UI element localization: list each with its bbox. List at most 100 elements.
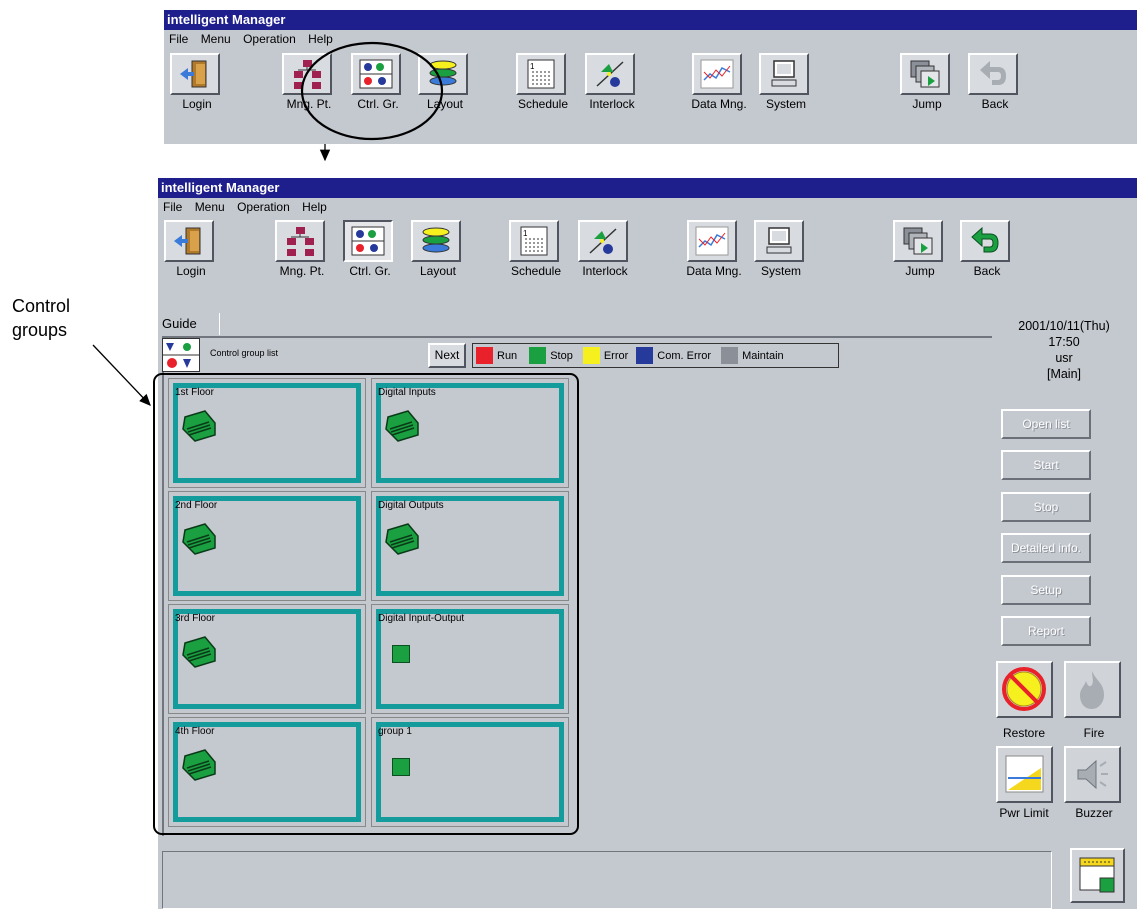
status-square-icon [392,758,410,776]
interlock-label: Interlock [589,97,635,111]
toolbar-data-mng[interactable]: Data Mng. [683,220,745,282]
report-button[interactable]: Report [1001,616,1091,646]
toolbar-back[interactable]: Back [956,220,1018,282]
toolbar-layout[interactable]: Layout [414,53,476,115]
tab-guide[interactable]: Guide [158,313,220,335]
toolbar-schedule[interactable]: 1 Schedule [505,220,567,282]
open-list-button[interactable]: Open list [1001,409,1091,439]
control-group-list-label: Control group list [210,348,279,358]
date-text: 2001/10/11(Thu) [1018,319,1110,333]
control-group-name: Digital Inputs [378,387,436,398]
layout-icon [411,220,461,262]
toolbar-ctrl-gr[interactable]: Ctrl. Gr. [339,220,401,282]
callout-line-2: groups [12,320,68,340]
fire-label: Fire [1083,726,1105,740]
setup-button[interactable]: Setup [1001,575,1091,605]
pwr-limit-button[interactable] [996,746,1053,803]
control-group-tile[interactable]: group 1 [371,717,569,827]
interlock-icon [578,220,628,262]
toolbar-system[interactable]: System [750,220,812,282]
toolbar: Login Mng. Pt. Ctrl. Gr. Layout 1 Schedu… [158,216,1137,279]
toolbar: Login Mng. Pt. Ctrl. Gr. Layout 1 Schedu… [164,49,1137,112]
control-group-name: group 1 [378,726,412,737]
toolbar-ctrl-gr[interactable]: Ctrl. Gr. [347,53,409,115]
toolbar-system[interactable]: System [755,53,817,115]
air-conditioner-icon [179,748,219,782]
window-title: intelligent Manager [164,10,1137,30]
toolbar-jump[interactable]: Jump [896,53,958,115]
next-button[interactable]: Next [428,343,466,368]
login-icon [170,53,220,95]
menu-help[interactable]: Help [302,200,327,214]
info-panel: 2001/10/11(Thu) 17:50 usr [Main] [994,318,1134,382]
buzzer-button[interactable] [1064,746,1121,803]
legend-label-com-error: Com. Error [657,349,712,362]
toolbar-back[interactable]: Back [964,53,1026,115]
login-label: Login [176,264,206,278]
control-group-name: 4th Floor [175,726,215,737]
control-group-tile[interactable]: Digital Inputs [371,378,569,488]
svg-text:1: 1 [523,229,528,238]
schedule-icon: 1 [509,220,559,262]
pwr-limit-label: Pwr Limit [999,806,1049,820]
legend-swatch-run [476,347,493,364]
toolbar-mng-pt[interactable]: Mng. Pt. [278,53,340,115]
back-label: Back [981,97,1009,111]
toolbar-layout[interactable]: Layout [407,220,469,282]
toolbar-interlock[interactable]: Interlock [574,220,636,282]
control-group-name: Digital Input-Output [378,613,465,624]
menu-operation[interactable]: Operation [237,200,290,214]
callout-label: Control groups [12,294,70,342]
layout-label: Layout [426,97,464,111]
fire-icon [1080,671,1104,709]
toolbar-schedule[interactable]: 1 Schedule [512,53,574,115]
menu-operation[interactable]: Operation [243,32,296,46]
restore-label: Restore [1002,726,1046,740]
svg-text:1: 1 [530,62,535,71]
menu-bar: File Menu Operation Help [158,198,1137,217]
menu-menu[interactable]: Menu [195,200,225,214]
toolbar-login[interactable]: Login [160,220,222,282]
toolbar-mng-pt[interactable]: Mng. Pt. [271,220,333,282]
start-button[interactable]: Start [1001,450,1091,480]
status-bar [162,851,1052,909]
toolbar-jump[interactable]: Jump [889,220,951,282]
callout-arrow-groups [92,344,151,406]
time-text: 17:50 [1048,335,1080,349]
stop-button[interactable]: Stop [1001,492,1091,522]
menu-help[interactable]: Help [308,32,333,46]
control-group-tile[interactable]: 3rd Floor [168,604,366,714]
control-group-tile[interactable]: 1st Floor [168,378,366,488]
fire-button[interactable] [1064,661,1121,718]
toolbar-interlock[interactable]: Interlock [581,53,643,115]
menu-menu[interactable]: Menu [201,32,231,46]
data-mng-icon [687,220,737,262]
control-group-tile[interactable]: 2nd Floor [168,491,366,601]
system-label: System [765,97,806,111]
back-icon [968,53,1018,95]
control-group-tile[interactable]: Digital Outputs [371,491,569,601]
menu-file[interactable]: File [169,32,188,46]
mng-pt-icon [275,220,325,262]
status-square-icon [392,645,410,663]
detailed-info-button[interactable]: Detailed info. [1001,533,1091,563]
control-group-tile[interactable]: 4th Floor [168,717,366,827]
system-label: System [760,264,801,278]
control-group-tile[interactable]: Digital Input-Output [371,604,569,714]
interlock-label: Interlock [582,264,628,278]
menu-bar: File Menu Operation Help [164,30,1137,49]
jump-icon [900,53,950,95]
toolbar-login[interactable]: Login [166,53,228,115]
buzzer-label: Buzzer [1075,806,1113,820]
power-limit-icon [1005,755,1044,793]
message-window-button[interactable] [1070,848,1125,903]
toolbar-data-mng[interactable]: Data Mng. [688,53,750,115]
top-window: intelligent Manager File Menu Operation … [164,10,1137,144]
control-group-list-icon [162,338,200,372]
callout-line-1: Control [12,296,71,316]
restore-button[interactable] [996,661,1053,718]
back-icon [960,220,1010,262]
ctrl-gr-icon [351,53,401,95]
menu-file[interactable]: File [163,200,182,214]
mng-pt-icon [282,53,332,95]
